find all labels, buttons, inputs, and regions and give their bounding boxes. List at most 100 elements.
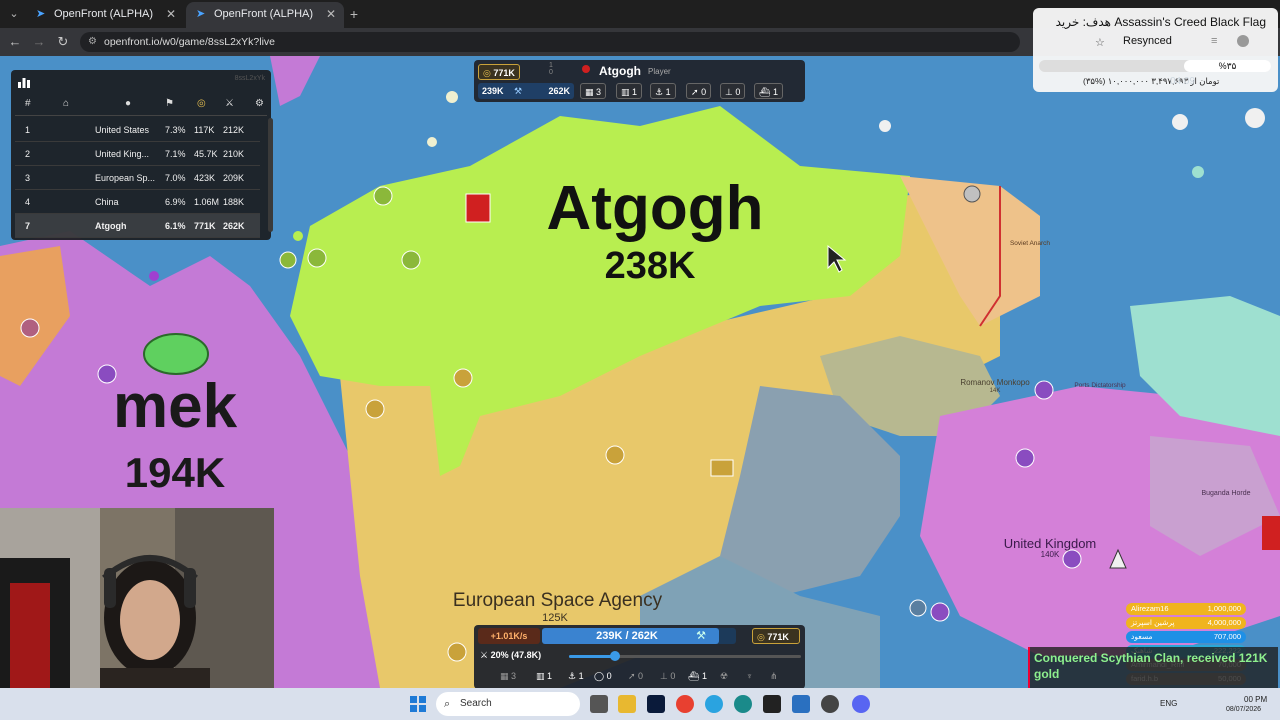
leaderboard-row[interactable]: 2 United King... 7.1% 45.7K 210K — [15, 142, 260, 166]
factory-icon[interactable] — [373, 186, 393, 206]
obs-icon[interactable] — [821, 695, 839, 713]
leaderboard-row[interactable]: 1 United States 7.3% 117K 212K — [15, 118, 260, 142]
discord-icon[interactable] — [852, 695, 870, 713]
goal-progress-bar: %۳۵ — [1039, 60, 1271, 72]
header-troops-icon[interactable]: ⚔ — [225, 98, 234, 109]
build-missile-button[interactable]: ➚ 0 — [628, 671, 643, 682]
star-icon[interactable]: ☆ — [1095, 36, 1105, 49]
donor-amount: 4,000,000 — [1207, 618, 1241, 627]
map-label-romanov-troops: 14K — [989, 388, 1001, 394]
build-mirv-button[interactable]: ⋔ — [770, 671, 778, 682]
port-icon[interactable] — [279, 251, 297, 269]
player-info-card: ◎ 771K 1 0 Atgogh Player 239K ⚒ 262K ▦ 3… — [474, 60, 805, 102]
edge-icon[interactable] — [734, 695, 752, 713]
cities-count: 3 — [596, 87, 602, 97]
gold-chip: ◎ 771K — [478, 64, 520, 80]
count: 3 — [511, 671, 517, 681]
game-notification: Conquered Scythian Clan, received 121K g… — [1028, 647, 1278, 689]
tab-title: OpenFront (ALPHA) — [54, 8, 154, 20]
leaderboard-row[interactable]: 7 Atgogh 6.1% 771K 262K — [15, 214, 260, 238]
start-icon[interactable] — [410, 696, 426, 712]
app-icon[interactable] — [763, 695, 781, 713]
language-indicator[interactable]: ENG — [1160, 699, 1177, 708]
taskbar-search[interactable]: ⌕ Search — [436, 692, 580, 716]
warship-chip[interactable]: ⛴ 1 — [754, 83, 783, 99]
close-tab-icon[interactable]: ✕ — [326, 2, 336, 26]
slider-handle[interactable] — [610, 651, 621, 661]
header-share-icon[interactable]: ⚑ — [165, 98, 174, 109]
header-gold-icon[interactable]: ◎ — [197, 98, 206, 109]
reload-icon[interactable]: ↻ — [54, 33, 72, 51]
ports-chip[interactable]: ⚓ 1 — [650, 83, 676, 99]
factory-icon[interactable] — [1015, 448, 1035, 468]
telegram-icon[interactable] — [705, 695, 723, 713]
avatar-icon[interactable] — [1237, 35, 1249, 47]
island — [1192, 166, 1204, 178]
back-icon[interactable]: ← — [6, 33, 24, 51]
factory-icon[interactable] — [365, 399, 385, 419]
factory-icon[interactable] — [447, 642, 467, 662]
donor-entry: مسعود 707,000 — [1126, 631, 1246, 643]
factory-icon[interactable] — [710, 459, 734, 477]
taskbar-time[interactable]: 00 PM — [1244, 695, 1267, 704]
build-defense-button[interactable]: ◯ 0 — [594, 671, 612, 682]
list-icon[interactable]: ≡ — [1211, 35, 1217, 47]
build-warship-button[interactable]: ⛴ 1 — [688, 671, 707, 682]
leaderboard-name: Atgogh — [95, 221, 127, 231]
openfront-favicon-icon: ➤ — [196, 8, 206, 20]
leaderboard-row[interactable]: 4 China 6.9% 1.06M 188K — [15, 190, 260, 214]
count: 1 — [547, 671, 553, 681]
alliance-handshake-icon[interactable] — [143, 333, 209, 375]
leaderboard-scrollbar[interactable] — [268, 118, 273, 232]
build-city-button[interactable]: ▦ 3 — [500, 671, 516, 682]
site-info-icon[interactable]: ⚙ — [88, 32, 97, 52]
file-explorer-icon[interactable] — [618, 695, 636, 713]
leaderboard-row[interactable]: 3 European Sp... 7.0% 423K 209K — [15, 166, 260, 190]
header-territory-icon[interactable]: ⌂ — [63, 98, 69, 109]
forward-icon[interactable]: → — [30, 33, 48, 51]
port-icon[interactable] — [909, 599, 927, 617]
sam-chip[interactable]: ⊥ 0 — [720, 83, 746, 99]
bar-chart-icon[interactable] — [17, 76, 31, 88]
taskbar-date[interactable]: 08/07/2026 — [1226, 706, 1261, 713]
factories-chip[interactable]: ▥ 1 — [616, 83, 643, 99]
count: 0 — [638, 671, 644, 681]
city-icon[interactable] — [1262, 516, 1280, 550]
header-rank: # — [25, 98, 31, 109]
factory-icon[interactable] — [20, 318, 40, 338]
factory-icon[interactable] — [307, 248, 327, 268]
tab-list-icon[interactable]: ⌄ — [4, 5, 24, 23]
new-tab-button[interactable]: + — [344, 5, 364, 23]
troop-ratio: 239K / 262K — [596, 630, 658, 642]
island — [293, 231, 303, 241]
build-sam-button[interactable]: ⊥ 0 — [660, 671, 675, 682]
cities-chip[interactable]: ▦ 3 — [580, 83, 607, 99]
factory-icon[interactable] — [401, 250, 421, 270]
warship-icon[interactable] — [963, 185, 981, 203]
build-hydrogen-button[interactable]: ♆ — [746, 671, 753, 681]
build-atom-button[interactable]: ☢ — [720, 671, 728, 682]
factory-icon[interactable] — [605, 445, 625, 465]
port-icon[interactable] — [930, 602, 950, 622]
attack-ratio-slider[interactable] — [569, 651, 801, 661]
task-view-icon[interactable] — [590, 695, 608, 713]
missile-chip[interactable]: ➚ 0 — [686, 83, 712, 99]
build-factory-button[interactable]: ▥ 1 — [536, 671, 552, 682]
header-settings-icon[interactable]: ⚙ — [255, 98, 264, 109]
photoshop-icon[interactable] — [647, 695, 665, 713]
address-bar[interactable]: ⚙ openfront.io/w0/game/8ssL2xYk?live — [80, 32, 1020, 52]
app-icon[interactable] — [792, 695, 810, 713]
leaderboard-name: China — [95, 197, 119, 207]
alliance-count-2: 0 — [549, 69, 553, 76]
factory-icon[interactable] — [453, 368, 473, 388]
browser-tab-active[interactable]: ➤ OpenFront (ALPHA) ✕ — [186, 2, 344, 28]
count: 0 — [670, 671, 676, 681]
close-tab-icon[interactable]: ✕ — [166, 2, 176, 26]
chrome-icon[interactable] — [676, 695, 694, 713]
island — [149, 271, 159, 281]
browser-tab[interactable]: ➤ OpenFront (ALPHA) ✕ — [26, 2, 184, 28]
build-port-button[interactable]: ⚓ 1 — [568, 671, 584, 682]
header-player-icon[interactable]: ● — [125, 98, 131, 109]
city-icon[interactable] — [465, 193, 491, 223]
leaderboard-name: United States — [95, 125, 150, 135]
